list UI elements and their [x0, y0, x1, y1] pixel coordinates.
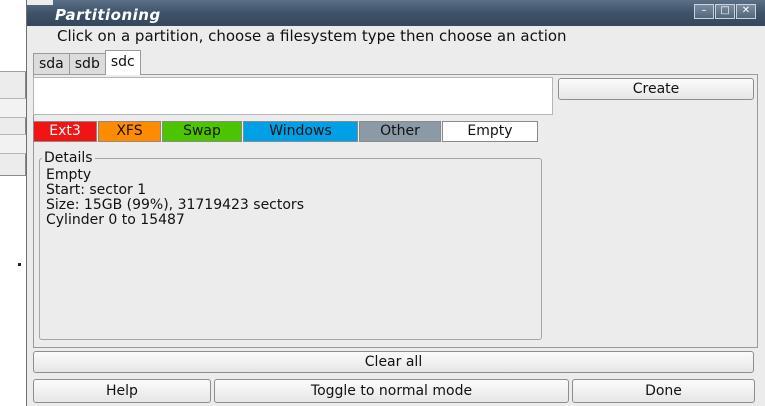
disk-tabs: sda sdb sdc — [33, 50, 141, 75]
background-row — [0, 134, 26, 154]
clear-all-button[interactable]: Clear all — [33, 351, 754, 373]
background-mark — [18, 263, 21, 266]
close-icon[interactable]: ✕ — [736, 4, 756, 19]
filesystem-ext3[interactable]: Ext3 — [33, 121, 97, 142]
filesystem-empty[interactable]: Empty — [442, 121, 538, 142]
details-legend: Details — [42, 150, 95, 166]
instruction-text: Click on a partition, choose a filesyste… — [57, 27, 567, 45]
details-text: Empty Start: sector 1 Size: 15GB (99%), … — [46, 168, 304, 228]
maximize-icon[interactable]: □ — [715, 4, 735, 19]
filesystem-xfs[interactable]: XFS — [98, 121, 161, 142]
details-frame: Details Empty Start: sector 1 Size: 15GB… — [39, 150, 542, 340]
done-button[interactable]: Done — [572, 379, 755, 403]
toggle-mode-button[interactable]: Toggle to normal mode — [214, 379, 569, 403]
filesystem-swap[interactable]: Swap — [162, 121, 242, 142]
filesystem-other[interactable]: Other — [359, 121, 441, 142]
details-line-size: Size: 15GB (99%), 31719423 sectors — [46, 197, 304, 213]
details-line-cylinder: Cylinder 0 to 15487 — [46, 212, 185, 228]
details-line-start: Start: sector 1 — [46, 182, 147, 198]
partitioning-window: Partitioning – □ ✕ Click on a partition,… — [26, 0, 765, 406]
partition-bar[interactable] — [33, 77, 553, 115]
filesystem-windows[interactable]: Windows — [243, 121, 358, 142]
title-bar-notch — [27, 0, 53, 5]
filesystem-type-row: Ext3 XFS Swap Windows Other Empty — [33, 121, 539, 142]
help-button[interactable]: Help — [33, 379, 211, 403]
background-panel-top — [0, 0, 26, 72]
window-title: Partitioning — [55, 6, 161, 24]
tab-sdb[interactable]: sdb — [68, 53, 106, 75]
create-button[interactable]: Create — [558, 78, 754, 100]
title-bar[interactable]: Partitioning – □ ✕ — [27, 0, 765, 26]
window-controls: – □ ✕ — [693, 4, 756, 19]
tab-sdc[interactable]: sdc — [104, 50, 141, 75]
details-line-type: Empty — [46, 167, 92, 183]
tab-sda[interactable]: sda — [33, 53, 70, 75]
minimize-icon[interactable]: – — [694, 4, 714, 19]
background-row — [0, 98, 26, 118]
